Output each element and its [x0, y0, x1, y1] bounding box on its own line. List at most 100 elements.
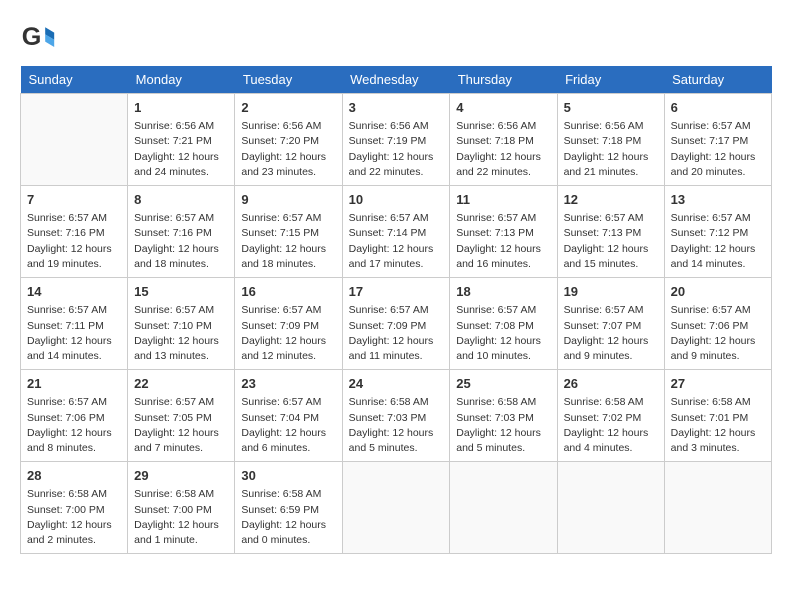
- logo: G: [20, 20, 58, 56]
- day-info: Sunrise: 6:57 AM Sunset: 7:09 PM Dayligh…: [349, 303, 444, 364]
- calendar-cell: [557, 462, 664, 554]
- day-info: Sunrise: 6:57 AM Sunset: 7:04 PM Dayligh…: [241, 395, 335, 456]
- day-number: 17: [349, 283, 444, 301]
- day-number: 2: [241, 99, 335, 117]
- day-number: 9: [241, 191, 335, 209]
- day-info: Sunrise: 6:57 AM Sunset: 7:06 PM Dayligh…: [27, 395, 121, 456]
- day-number: 21: [27, 375, 121, 393]
- day-number: 24: [349, 375, 444, 393]
- calendar-cell: 4 Sunrise: 6:56 AM Sunset: 7:18 PM Daylig…: [450, 94, 557, 186]
- day-number: 5: [564, 99, 658, 117]
- day-info: Sunrise: 6:57 AM Sunset: 7:13 PM Dayligh…: [456, 211, 550, 272]
- calendar-week-row: 1 Sunrise: 6:56 AM Sunset: 7:21 PM Daylig…: [21, 94, 772, 186]
- day-number: 28: [27, 467, 121, 485]
- day-info: Sunrise: 6:58 AM Sunset: 7:00 PM Dayligh…: [134, 487, 228, 548]
- calendar-table: SundayMondayTuesdayWednesdayThursdayFrid…: [20, 66, 772, 554]
- calendar-cell: 23 Sunrise: 6:57 AM Sunset: 7:04 PM Dayli…: [235, 370, 342, 462]
- calendar-cell: 8 Sunrise: 6:57 AM Sunset: 7:16 PM Daylig…: [128, 186, 235, 278]
- day-number: 8: [134, 191, 228, 209]
- day-number: 19: [564, 283, 658, 301]
- weekday-header: Sunday: [21, 66, 128, 94]
- calendar-cell: 3 Sunrise: 6:56 AM Sunset: 7:19 PM Daylig…: [342, 94, 450, 186]
- day-number: 22: [134, 375, 228, 393]
- svg-text:G: G: [22, 23, 42, 51]
- weekday-header: Saturday: [664, 66, 771, 94]
- day-info: Sunrise: 6:57 AM Sunset: 7:08 PM Dayligh…: [456, 303, 550, 364]
- calendar-cell: 18 Sunrise: 6:57 AM Sunset: 7:08 PM Dayli…: [450, 278, 557, 370]
- calendar-cell: 12 Sunrise: 6:57 AM Sunset: 7:13 PM Dayli…: [557, 186, 664, 278]
- calendar-week-row: 14Sunrise: 6:57 AM Sunset: 7:11 PM Dayli…: [21, 278, 772, 370]
- day-number: 26: [564, 375, 658, 393]
- day-info: Sunrise: 6:58 AM Sunset: 7:02 PM Dayligh…: [564, 395, 658, 456]
- day-info: Sunrise: 6:57 AM Sunset: 7:16 PM Dayligh…: [134, 211, 228, 272]
- calendar-week-row: 7 Sunrise: 6:57 AM Sunset: 7:16 PM Daylig…: [21, 186, 772, 278]
- day-info: Sunrise: 6:58 AM Sunset: 7:01 PM Dayligh…: [671, 395, 765, 456]
- day-number: 4: [456, 99, 550, 117]
- day-info: Sunrise: 6:58 AM Sunset: 6:59 PM Dayligh…: [241, 487, 335, 548]
- day-number: 13: [671, 191, 765, 209]
- calendar-cell: 5Sunrise: 6:56 AM Sunset: 7:18 PM Daylig…: [557, 94, 664, 186]
- day-number: 15: [134, 283, 228, 301]
- day-info: Sunrise: 6:57 AM Sunset: 7:06 PM Dayligh…: [671, 303, 765, 364]
- calendar-cell: 2 Sunrise: 6:56 AM Sunset: 7:20 PM Daylig…: [235, 94, 342, 186]
- day-info: Sunrise: 6:56 AM Sunset: 7:20 PM Dayligh…: [241, 119, 335, 180]
- day-number: 7: [27, 191, 121, 209]
- day-number: 18: [456, 283, 550, 301]
- day-info: Sunrise: 6:57 AM Sunset: 7:12 PM Dayligh…: [671, 211, 765, 272]
- calendar-cell: 6Sunrise: 6:57 AM Sunset: 7:17 PM Daylig…: [664, 94, 771, 186]
- day-number: 1: [134, 99, 228, 117]
- day-info: Sunrise: 6:56 AM Sunset: 7:18 PM Dayligh…: [456, 119, 550, 180]
- calendar-cell: 20Sunrise: 6:57 AM Sunset: 7:06 PM Dayli…: [664, 278, 771, 370]
- calendar-cell: 1 Sunrise: 6:56 AM Sunset: 7:21 PM Daylig…: [128, 94, 235, 186]
- calendar-cell: 29Sunrise: 6:58 AM Sunset: 7:00 PM Dayli…: [128, 462, 235, 554]
- calendar-cell: 22 Sunrise: 6:57 AM Sunset: 7:05 PM Dayli…: [128, 370, 235, 462]
- day-number: 27: [671, 375, 765, 393]
- weekday-header: Friday: [557, 66, 664, 94]
- calendar-cell: 11 Sunrise: 6:57 AM Sunset: 7:13 PM Dayli…: [450, 186, 557, 278]
- day-info: Sunrise: 6:57 AM Sunset: 7:13 PM Dayligh…: [564, 211, 658, 272]
- calendar-cell: 19 Sunrise: 6:57 AM Sunset: 7:07 PM Dayli…: [557, 278, 664, 370]
- day-number: 23: [241, 375, 335, 393]
- day-info: Sunrise: 6:57 AM Sunset: 7:14 PM Dayligh…: [349, 211, 444, 272]
- day-number: 16: [241, 283, 335, 301]
- weekday-header: Tuesday: [235, 66, 342, 94]
- calendar-cell: 16Sunrise: 6:57 AM Sunset: 7:09 PM Dayli…: [235, 278, 342, 370]
- calendar-cell: [21, 94, 128, 186]
- day-number: 10: [349, 191, 444, 209]
- calendar-cell: [664, 462, 771, 554]
- calendar-week-row: 21 Sunrise: 6:57 AM Sunset: 7:06 PM Dayli…: [21, 370, 772, 462]
- header: G: [20, 20, 772, 56]
- day-info: Sunrise: 6:56 AM Sunset: 7:21 PM Dayligh…: [134, 119, 228, 180]
- day-number: 11: [456, 191, 550, 209]
- day-info: Sunrise: 6:57 AM Sunset: 7:16 PM Dayligh…: [27, 211, 121, 272]
- day-number: 25: [456, 375, 550, 393]
- weekday-header: Thursday: [450, 66, 557, 94]
- calendar-cell: 25 Sunrise: 6:58 AM Sunset: 7:03 PM Dayli…: [450, 370, 557, 462]
- day-info: Sunrise: 6:57 AM Sunset: 7:07 PM Dayligh…: [564, 303, 658, 364]
- day-info: Sunrise: 6:57 AM Sunset: 7:15 PM Dayligh…: [241, 211, 335, 272]
- calendar-cell: 26 Sunrise: 6:58 AM Sunset: 7:02 PM Dayli…: [557, 370, 664, 462]
- calendar-cell: 17 Sunrise: 6:57 AM Sunset: 7:09 PM Dayli…: [342, 278, 450, 370]
- calendar-week-row: 28 Sunrise: 6:58 AM Sunset: 7:00 PM Dayli…: [21, 462, 772, 554]
- day-info: Sunrise: 6:58 AM Sunset: 7:03 PM Dayligh…: [456, 395, 550, 456]
- weekday-header: Monday: [128, 66, 235, 94]
- calendar-cell: 24Sunrise: 6:58 AM Sunset: 7:03 PM Dayli…: [342, 370, 450, 462]
- calendar-header-row: SundayMondayTuesdayWednesdayThursdayFrid…: [21, 66, 772, 94]
- calendar-cell: 7 Sunrise: 6:57 AM Sunset: 7:16 PM Daylig…: [21, 186, 128, 278]
- day-number: 3: [349, 99, 444, 117]
- day-info: Sunrise: 6:56 AM Sunset: 7:19 PM Dayligh…: [349, 119, 444, 180]
- calendar-cell: 14Sunrise: 6:57 AM Sunset: 7:11 PM Dayli…: [21, 278, 128, 370]
- day-info: Sunrise: 6:57 AM Sunset: 7:10 PM Dayligh…: [134, 303, 228, 364]
- calendar-cell: [450, 462, 557, 554]
- calendar-cell: 15 Sunrise: 6:57 AM Sunset: 7:10 PM Dayli…: [128, 278, 235, 370]
- day-info: Sunrise: 6:57 AM Sunset: 7:11 PM Dayligh…: [27, 303, 121, 364]
- calendar-cell: 13 Sunrise: 6:57 AM Sunset: 7:12 PM Dayli…: [664, 186, 771, 278]
- calendar-cell: 10 Sunrise: 6:57 AM Sunset: 7:14 PM Dayli…: [342, 186, 450, 278]
- day-number: 30: [241, 467, 335, 485]
- day-info: Sunrise: 6:57 AM Sunset: 7:05 PM Dayligh…: [134, 395, 228, 456]
- calendar-cell: [342, 462, 450, 554]
- day-number: 12: [564, 191, 658, 209]
- day-info: Sunrise: 6:57 AM Sunset: 7:17 PM Dayligh…: [671, 119, 765, 180]
- calendar-cell: 21 Sunrise: 6:57 AM Sunset: 7:06 PM Dayli…: [21, 370, 128, 462]
- calendar-cell: 28Sunrise: 6:58 AM Sunset: 7:00 PM Dayli…: [21, 462, 128, 554]
